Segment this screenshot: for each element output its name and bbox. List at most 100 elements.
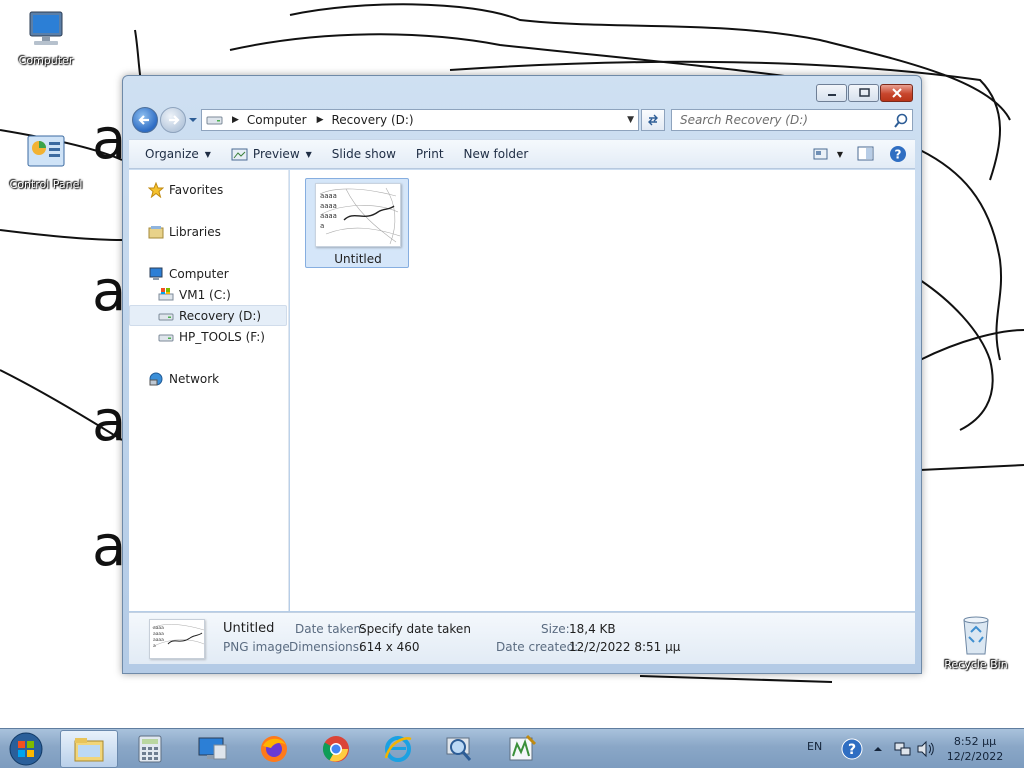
show-hidden-icons-button[interactable] [873,743,883,757]
change-view-button[interactable]: ▼ [813,147,843,161]
slide-show-button[interactable]: Slide show [322,140,406,168]
search-box[interactable] [671,109,913,131]
recycle-bin-icon [952,612,1000,656]
breadcrumb-arrow-icon[interactable]: ▶ [317,115,324,125]
taskbar-calculator[interactable] [121,730,179,768]
print-label: Print [415,147,444,161]
svg-text:aaaa: aaaa [153,626,164,631]
preview-button[interactable]: Preview ▼ [221,140,322,168]
nav-computer[interactable]: Computer [129,263,287,284]
date-taken-value[interactable]: Specify date taken [359,622,471,636]
arrow-left-icon [138,115,149,125]
date-created-value: 12/2/2022 8:51 μμ [569,640,681,654]
dimensions-label: Dimensions: [289,640,364,654]
breadcrumb-computer[interactable]: Computer [247,113,307,127]
taskbar-firefox[interactable] [245,730,303,768]
nav-drive-c[interactable]: VM1 (C:) [129,284,287,305]
firefox-icon [261,736,287,762]
command-toolbar: Organize ▼ Preview ▼ Slide show Print Ne… [129,139,915,169]
navigation-pane: Favorites Libraries Computer VM1 (C:) Re… [129,170,289,611]
close-button[interactable] [880,84,913,102]
breadcrumb-recovery-drive[interactable]: Recovery (D:) [332,113,414,127]
arrow-right-icon [169,115,180,125]
thumb-text: aaaa [320,212,337,220]
thumb-text: a [320,222,324,230]
new-folder-button[interactable]: New folder [454,140,539,168]
organize-button[interactable]: Organize ▼ [135,140,221,168]
nav-network-label: Network [169,371,220,386]
language-indicator[interactable]: EN [807,740,822,753]
search-input[interactable] [672,110,882,130]
nav-favorites[interactable]: Favorites [129,179,287,200]
taskbar-remote-desktop[interactable] [183,730,241,768]
preview-pane-icon [857,146,874,161]
minimize-icon [827,94,836,96]
chevron-down-icon[interactable]: ▼ [837,150,843,159]
back-button[interactable] [132,107,158,133]
libraries-icon [147,224,165,240]
desktop-icon-control-panel[interactable]: Control Panel [6,132,86,191]
nav-libraries-label: Libraries [169,224,221,239]
network-tray-icon[interactable] [893,740,911,761]
desktop-icon-recycle-bin[interactable]: Recycle Bin [936,612,1016,671]
search-icon[interactable] [893,113,909,129]
address-bar[interactable]: ▶ Computer ▶ Recovery (D:) ▼ [201,109,639,131]
nav-network[interactable]: Network [129,368,287,389]
toolbar-right-group: ▼ ? [799,140,907,168]
slide-show-label: Slide show [331,147,396,161]
svg-text:a: a [153,644,156,649]
preview-pane-button[interactable] [857,146,875,162]
taskbar-windows-explorer[interactable] [60,730,118,768]
address-dropdown-icon[interactable]: ▼ [627,115,634,125]
chevron-down-icon [189,118,197,122]
nav-libraries[interactable]: Libraries [129,221,287,242]
svg-text:aaaa: aaaa [153,632,164,637]
details-file-type: PNG image [223,640,290,654]
folder-icon [74,738,104,762]
nav-drive-c-label: VM1 (C:) [179,287,231,302]
action-center-help-button[interactable]: ? [841,738,863,763]
control-panel-icon [22,132,70,176]
explorer-window[interactable]: ▶ Computer ▶ Recovery (D:) ▼ Organize ▼ … [122,75,922,674]
thumb-text: aaaa [320,192,337,200]
size-label: Size: [541,622,570,636]
taskbar-paint-editor[interactable] [493,730,551,768]
file-thumbnail: aaaa aaaa aaaa a [315,183,401,247]
windows-logo-icon [9,732,43,766]
details-pane: aaaa aaaa aaaa a Untitled PNG image Date ta… [129,612,915,664]
recent-pages-button[interactable] [188,114,198,124]
preview-icon [231,148,248,161]
taskbar-magnifier[interactable] [430,730,488,768]
forward-button[interactable] [160,107,186,133]
size-value: 18,4 KB [569,622,616,636]
nav-drive-f[interactable]: HP_TOOLS (F:) [129,326,287,347]
drive-icon [157,329,175,345]
nav-drive-d[interactable]: Recovery (D:) [129,305,287,326]
close-icon [891,88,902,98]
file-list-pane[interactable]: aaaa aaaa aaaa a Untitled [290,170,915,611]
refresh-button[interactable] [641,109,665,131]
nav-computer-label: Computer [169,266,229,281]
system-clock[interactable]: 8:52 μμ 12/2/2022 [938,734,1012,764]
details-thumbnail: aaaa aaaa aaaa a [149,619,205,659]
image-editor-icon [509,734,537,761]
start-button[interactable] [3,730,49,768]
chrome-icon [322,736,349,762]
minimize-button[interactable] [816,84,847,102]
file-name[interactable]: Untitled [306,252,410,266]
magnifier-icon [446,737,472,761]
organize-label: Organize [145,147,199,161]
date-created-label: Date created: [496,640,579,654]
breadcrumb-arrow-icon[interactable]: ▶ [232,115,239,125]
svg-text:aaaa: aaaa [153,638,164,643]
refresh-icon [648,114,658,126]
taskbar-chrome[interactable] [307,730,365,768]
file-item-untitled[interactable]: aaaa aaaa aaaa a Untitled [305,178,409,268]
maximize-button[interactable] [848,84,879,102]
print-button[interactable]: Print [406,140,454,168]
volume-tray-icon[interactable] [916,740,936,761]
details-file-name: Untitled [223,621,275,636]
desktop-icon-computer[interactable]: Computer [6,8,86,67]
taskbar-internet-explorer[interactable] [369,730,427,768]
help-button[interactable]: ? [889,145,907,163]
